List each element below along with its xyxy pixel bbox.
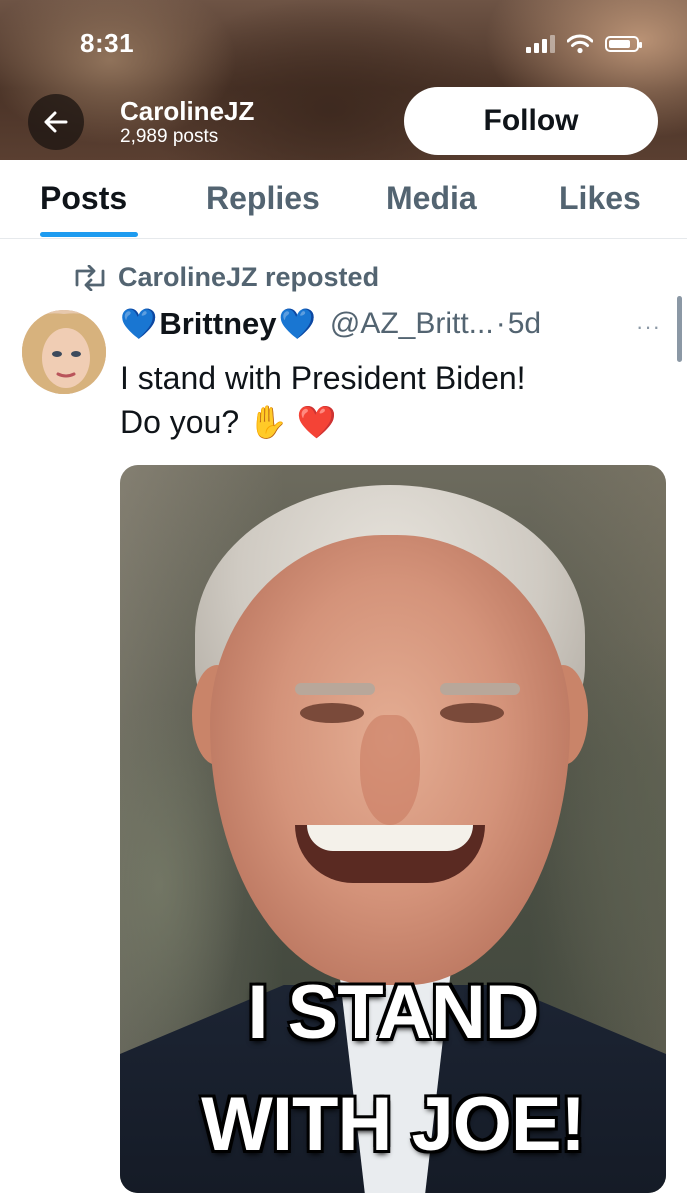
repost-label[interactable]: CarolineJZ reposted [118, 262, 379, 293]
profile-post-count: 2,989 posts [120, 126, 219, 147]
avatar-portrait [22, 310, 106, 394]
author-display-name[interactable]: Brittney [159, 306, 276, 342]
profile-name: CarolineJZ [120, 96, 255, 126]
wifi-icon [567, 34, 593, 54]
post-timestamp[interactable]: 5d [508, 307, 541, 341]
post-media-image[interactable]: I STAND WITH JOE! [120, 465, 666, 1193]
tab-likes[interactable]: Likes [559, 180, 641, 217]
repost-icon [75, 264, 105, 291]
battery-icon [605, 36, 642, 52]
photo-nose [360, 715, 420, 825]
follow-button[interactable]: Follow [404, 87, 658, 155]
photo-brow-left [295, 683, 375, 695]
meme-caption-line-1: I STAND [247, 970, 539, 1055]
active-tab-indicator [40, 232, 138, 237]
author-avatar[interactable] [22, 310, 106, 394]
photo-eye-right [440, 703, 504, 723]
scrollbar[interactable] [677, 296, 682, 362]
tab-replies[interactable]: Replies [206, 180, 320, 217]
more-options-icon[interactable]: ··· [636, 314, 661, 340]
status-bar-icons [526, 34, 642, 54]
meme-caption-line-2: WITH JOE! [201, 1082, 586, 1167]
photo-eye-left [300, 703, 364, 723]
meta-separator: · [495, 307, 506, 340]
back-button[interactable] [28, 94, 84, 150]
name-emoji-left: 💙 [120, 307, 158, 341]
battery-level [609, 40, 630, 48]
tab-posts[interactable]: Posts [40, 180, 127, 217]
name-emoji-right: 💙 [278, 307, 316, 341]
post-header: 💙 Brittney 💙 @AZ_Britt... · 5d [120, 306, 541, 342]
post-text-line: I stand with President Biden! [120, 360, 526, 396]
cellular-signal-icon [526, 35, 555, 53]
post-text-line: Do you? ✋ ❤️ [120, 404, 337, 440]
tab-media[interactable]: Media [386, 180, 477, 217]
author-handle[interactable]: @AZ_Britt... [330, 307, 494, 341]
profile-header-banner: 8:31 CarolineJZ 2,989 posts Follow [0, 0, 687, 160]
photo-brow-right [440, 683, 520, 695]
post-text: I stand with President Biden! Do you? ✋ … [120, 356, 660, 444]
repost-indicator: CarolineJZ reposted [72, 262, 379, 293]
arrow-left-icon [44, 111, 68, 133]
profile-tabs: Posts Replies Media Likes [0, 160, 687, 239]
photo-mouth [295, 825, 485, 883]
status-bar-time: 8:31 [80, 28, 135, 58]
